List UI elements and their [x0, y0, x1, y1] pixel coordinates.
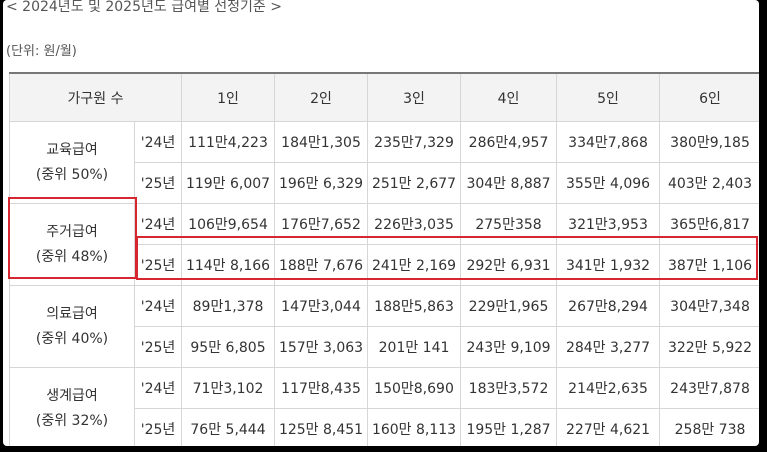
value-cell: 183만3,572	[460, 367, 558, 409]
value-cell: 114만 8,166	[181, 244, 276, 286]
value-cell: 201만 141	[367, 326, 462, 368]
benefit-ratio: (중위 40%)	[35, 330, 109, 347]
value-cell: 160만 8,113	[367, 408, 462, 446]
value-cell: 226만3,035	[367, 203, 462, 245]
year-cell: '25년	[133, 326, 183, 368]
value-cell: 304만 8,887	[460, 162, 558, 204]
table-row: 의료급여 (중위 40%) '24년 89만1,378 147만3,044 18…	[9, 285, 759, 368]
value-cell: 243만 9,109	[460, 326, 558, 368]
value-cell: 117만8,435	[274, 367, 369, 409]
benefit-label: 교육급여 (중위 50%)	[9, 121, 135, 204]
value-cell: 106만9,654	[181, 203, 276, 245]
value-cell: 387만 1,106	[659, 244, 759, 286]
value-cell: 275만358	[460, 203, 558, 245]
criteria-table: 가구원 수 1인 2인 3인 4인 5인 6인 교육급여 (중위 50%) '2…	[8, 72, 759, 446]
year-cell: '24년	[133, 121, 183, 163]
value-cell: 188만 7,676	[274, 244, 369, 286]
value-cell: 286만4,957	[460, 121, 558, 163]
size-header-3: 3인	[367, 72, 462, 122]
value-cell: 355만 4,096	[556, 162, 661, 204]
value-cell: 176만7,652	[274, 203, 369, 245]
year-cell: '24년	[133, 285, 183, 327]
value-cell: 380만9,185	[659, 121, 759, 163]
document-title: < 2024년도 및 2025년도 급여별 선정기준 >	[6, 0, 282, 15]
value-cell: 243만7,878	[659, 367, 759, 409]
benefit-name: 주거급여	[46, 223, 98, 240]
value-cell: 403만 2,403	[659, 162, 759, 204]
value-cell: 76만 5,444	[181, 408, 276, 446]
table-header-row: 가구원 수 1인 2인 3인 4인 5인 6인	[8, 72, 759, 122]
benefit-name: 생계급여	[46, 387, 98, 404]
value-cell: 89만1,378	[181, 285, 276, 327]
benefit-name: 의료급여	[46, 305, 98, 322]
value-cell: 150만8,690	[367, 367, 462, 409]
year-cell: '24년	[133, 367, 183, 409]
value-cell: 147만3,044	[274, 285, 369, 327]
value-cell: 196만 6,329	[274, 162, 369, 204]
value-cell: 241만 2,169	[367, 244, 462, 286]
value-cell: 188만5,863	[367, 285, 462, 327]
value-cell: 184만1,305	[274, 121, 369, 163]
value-cell: 235만7,329	[367, 121, 462, 163]
benefit-ratio: (중위 48%)	[35, 248, 109, 265]
value-cell: 365만6,817	[659, 203, 759, 245]
table-row: 교육급여 (중위 50%) '24년 111만4,223 184만1,305 2…	[9, 121, 759, 204]
size-header-1: 1인	[181, 72, 276, 122]
year-cell: '25년	[133, 162, 183, 204]
size-header-2: 2인	[274, 72, 369, 122]
value-cell: 321만3,953	[556, 203, 661, 245]
value-cell: 267만8,294	[556, 285, 661, 327]
benefit-ratio: (중위 32%)	[35, 412, 109, 429]
value-cell: 111만4,223	[181, 121, 276, 163]
benefit-name: 교육급여	[46, 141, 98, 158]
value-cell: 157만 3,063	[274, 326, 369, 368]
value-cell: 304만7,348	[659, 285, 759, 327]
size-header-4: 4인	[460, 72, 558, 122]
value-cell: 251만 2,677	[367, 162, 462, 204]
value-cell: 125만 8,451	[274, 408, 369, 446]
value-cell: 95만 6,805	[181, 326, 276, 368]
year-cell: '24년	[133, 203, 183, 245]
year-cell: '25년	[133, 408, 183, 446]
value-cell: 258만 738	[659, 408, 759, 446]
size-header-5: 5인	[556, 72, 661, 122]
document-frame: < 2024년도 및 2025년도 급여별 선정기준 > (단위: 원/월) 가…	[3, 0, 759, 446]
value-cell: 214만2,635	[556, 367, 661, 409]
benefit-label: 의료급여 (중위 40%)	[9, 285, 135, 368]
value-cell: 227만 4,621	[556, 408, 661, 446]
value-cell: 71만3,102	[181, 367, 276, 409]
value-cell: 322만 5,922	[659, 326, 759, 368]
benefit-ratio: (중위 50%)	[35, 166, 109, 183]
value-cell: 284만 3,277	[556, 326, 661, 368]
value-cell: 119만 6,007	[181, 162, 276, 204]
benefit-label: 주거급여 (중위 48%)	[9, 203, 135, 286]
value-cell: 292만 6,931	[460, 244, 558, 286]
value-cell: 229만1,965	[460, 285, 558, 327]
unit-note: (단위: 원/월)	[6, 44, 77, 59]
value-cell: 334만7,868	[556, 121, 661, 163]
benefit-label: 생계급여 (중위 32%)	[9, 367, 135, 446]
value-cell: 341만 1,932	[556, 244, 661, 286]
year-cell: '25년	[133, 244, 183, 286]
size-header-6: 6인	[659, 72, 759, 122]
table-row: 주거급여 (중위 48%) '24년 106만9,654 176만7,652 2…	[9, 203, 759, 286]
value-cell: 195만 1,287	[460, 408, 558, 446]
household-size-header: 가구원 수	[8, 72, 183, 122]
table-row: 생계급여 (중위 32%) '24년 71만3,102 117만8,435 15…	[9, 367, 759, 446]
